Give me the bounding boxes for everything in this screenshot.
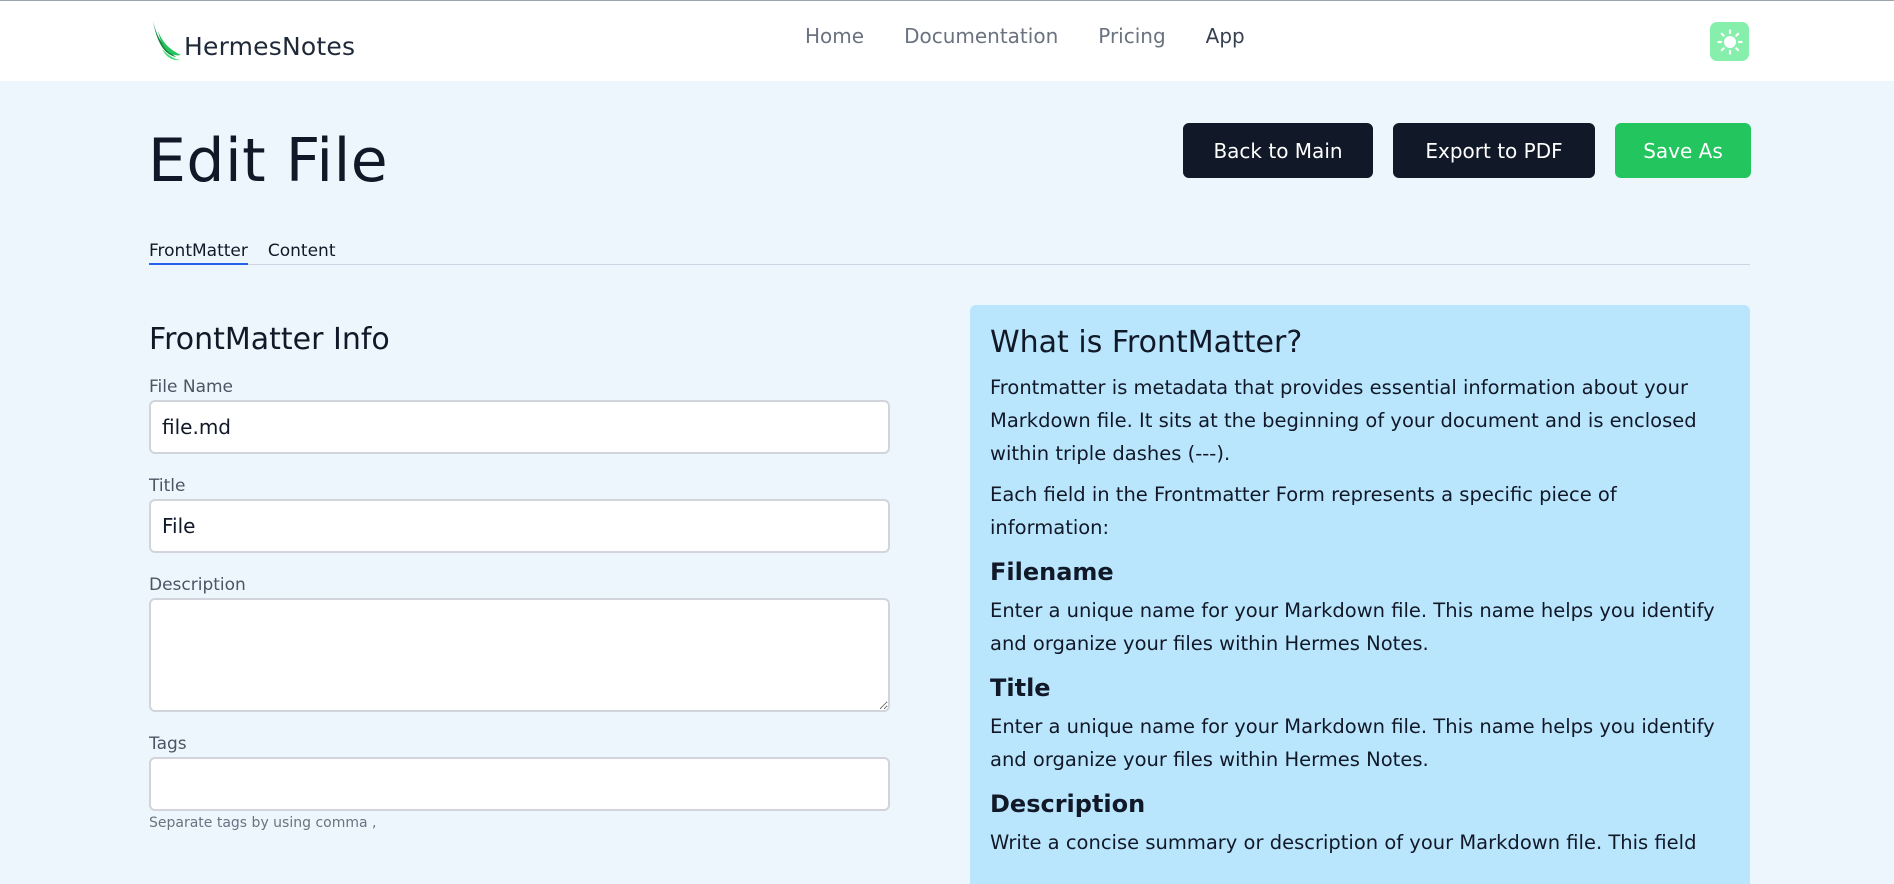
tags-label: Tags: [149, 734, 187, 754]
info-text-title: Enter a unique name for your Markdown fi…: [990, 715, 1715, 771]
brand-logo[interactable]: HermesNotes: [150, 19, 355, 61]
nav-link-pricing[interactable]: Pricing: [1098, 23, 1165, 49]
info-intro: Frontmatter is metadata that provides es…: [990, 376, 1697, 465]
frontmatter-info-panel: What is FrontMatter? Frontmatter is meta…: [970, 305, 1750, 884]
nav-link-home[interactable]: Home: [805, 23, 864, 49]
description-field: Description: [149, 575, 890, 712]
main-nav: Home Documentation Pricing App: [805, 23, 1285, 49]
info-text-description: Write a concise summary or description o…: [990, 831, 1697, 854]
nav-link-app[interactable]: App: [1206, 23, 1245, 49]
info-heading-filename: Filename: [990, 558, 1114, 586]
frontmatter-form: FrontMatter Info File Name Title Descrip…: [149, 320, 890, 853]
title-label: Title: [149, 476, 186, 496]
theme-toggle-button[interactable]: [1710, 22, 1749, 61]
tags-field: Tags Separate tags by using comma ,: [149, 734, 890, 831]
nav-link-documentation[interactable]: Documentation: [904, 23, 1058, 49]
export-pdf-button[interactable]: Export to PDF: [1393, 123, 1595, 178]
form-heading: FrontMatter Info: [149, 322, 390, 357]
title-field: Title: [149, 476, 890, 553]
sun-icon: [1716, 28, 1743, 55]
editor-tabs: FrontMatter Content: [149, 238, 1750, 265]
title-input[interactable]: [149, 499, 890, 553]
file-name-field: File Name: [149, 377, 890, 454]
brand-name: HermesNotes: [184, 32, 356, 61]
save-as-button[interactable]: Save As: [1615, 123, 1751, 178]
tags-hint: Separate tags by using comma ,: [149, 815, 377, 831]
tab-content[interactable]: Content: [268, 238, 336, 265]
description-textarea[interactable]: [149, 598, 890, 712]
info-text-filename: Enter a unique name for your Markdown fi…: [990, 599, 1715, 655]
tab-frontmatter[interactable]: FrontMatter: [149, 238, 248, 265]
info-heading-description: Description: [990, 790, 1146, 818]
file-name-input[interactable]: [149, 400, 890, 454]
tags-input[interactable]: [149, 757, 890, 811]
info-heading-title: Title: [990, 674, 1051, 702]
page-actions: Back to Main Export to PDF Save As: [1183, 123, 1751, 178]
description-label: Description: [149, 575, 246, 595]
info-title: What is FrontMatter?: [990, 325, 1303, 360]
back-to-main-button[interactable]: Back to Main: [1183, 123, 1373, 178]
info-intro-2: Each field in the Frontmatter Form repre…: [990, 483, 1617, 539]
page-title: Edit File: [148, 126, 389, 196]
file-name-label: File Name: [149, 377, 234, 397]
navbar: HermesNotes Home Documentation Pricing A…: [0, 1, 1894, 81]
feather-logo-icon: [153, 21, 181, 61]
